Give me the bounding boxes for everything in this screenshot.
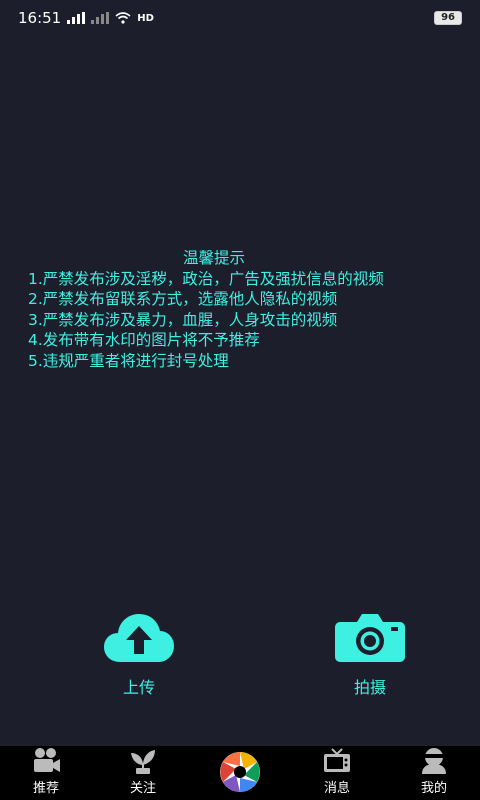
content-notice: 温馨提示 1.严禁发布涉及淫秽，政治，广告及强扰信息的视频 2.严禁发布留联系方… <box>28 248 468 371</box>
tab-profile-label: 我的 <box>420 781 447 796</box>
tab-publish[interactable] <box>202 746 278 800</box>
tab-follow[interactable]: 关注 <box>105 746 181 800</box>
notice-title: 温馨提示 <box>182 249 245 267</box>
network-hd-label: HD <box>137 12 154 24</box>
plant-icon <box>131 750 155 774</box>
notice-line-2: 2.严禁发布留联系方式，选露他人隐私的视频 <box>28 290 338 308</box>
signal-icon <box>67 12 86 24</box>
tv-icon <box>324 748 350 772</box>
battery-indicator: 96 <box>434 11 462 25</box>
notice-line-3: 3.严禁发布涉及暴力，血腥，人身攻击的视频 <box>28 310 338 329</box>
tab-follow-label: 关注 <box>129 781 156 796</box>
profile-icon <box>422 748 446 774</box>
bottom-tab-bar: 推荐 关注 消息 我的 <box>0 746 480 800</box>
notice-line-5: 5.违规严重者将进行封号处理 <box>28 351 229 370</box>
shoot-label: 拍摄 <box>353 678 386 697</box>
cloud-upload-icon <box>104 614 174 662</box>
wifi-icon <box>115 12 131 24</box>
status-bar: 16:51 HD 96 <box>0 0 480 36</box>
tab-recommend-label: 推荐 <box>32 781 59 796</box>
tab-messages[interactable]: 消息 <box>299 746 375 800</box>
tab-recommend[interactable]: 推荐 <box>8 746 84 800</box>
tab-messages-label: 消息 <box>323 781 350 796</box>
upload-button[interactable]: 上传 <box>79 612 199 698</box>
status-left: 16:51 HD <box>18 9 154 27</box>
status-icons: HD <box>67 12 154 24</box>
status-time: 16:51 <box>18 9 62 27</box>
camera-icon <box>335 614 405 662</box>
movie-camera-icon <box>34 748 60 772</box>
tab-profile[interactable]: 我的 <box>396 746 472 800</box>
signal-secondary-icon <box>91 12 110 24</box>
aperture-icon <box>220 752 260 792</box>
shoot-button[interactable]: 拍摄 <box>310 612 430 698</box>
upload-label: 上传 <box>122 678 155 697</box>
notice-line-4: 4.发布带有水印的图片将不予推荐 <box>28 331 260 349</box>
notice-line-1: 1.严禁发布涉及淫秽，政治，广告及强扰信息的视频 <box>28 269 384 288</box>
